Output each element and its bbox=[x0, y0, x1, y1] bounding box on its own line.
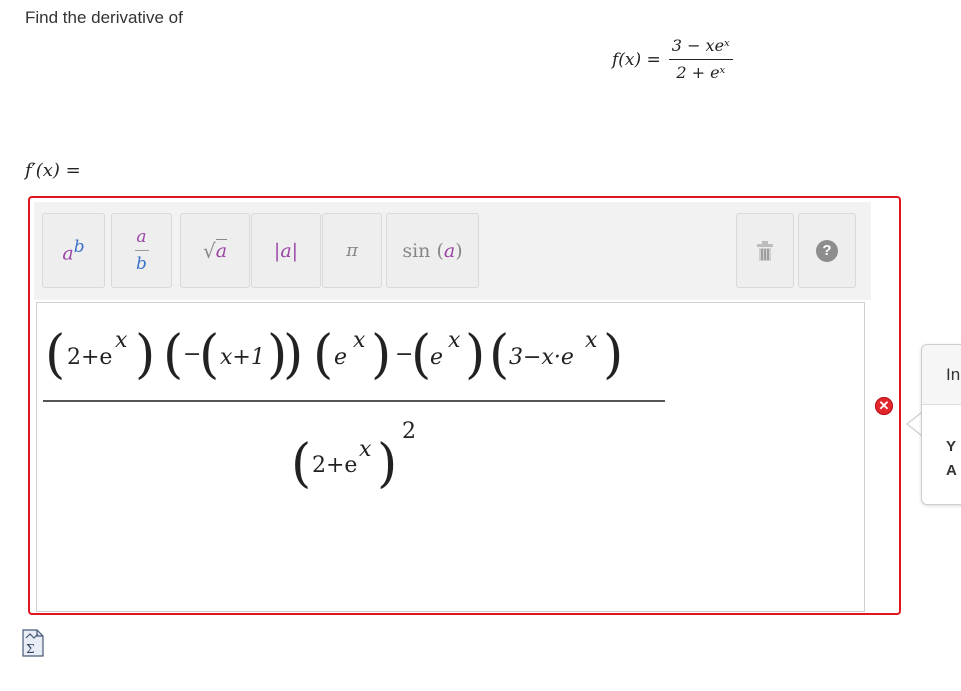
paren-left: ( bbox=[291, 434, 311, 494]
denominator-base: 2+e bbox=[312, 453, 357, 478]
help-button[interactable]: ? bbox=[798, 213, 856, 288]
svg-text:Σ: Σ bbox=[26, 642, 34, 656]
given-fraction: 3 − xeˣ 2 + eˣ bbox=[668, 36, 733, 83]
fraction-bottom: b bbox=[136, 254, 147, 274]
factor-1: 2+e bbox=[67, 345, 112, 370]
popover-heading: In bbox=[922, 345, 961, 405]
given-numerator: 3 − xeˣ bbox=[671, 36, 730, 55]
error-popover: In Y A bbox=[921, 344, 961, 505]
sin-label: sin (a) bbox=[402, 239, 463, 262]
help-icon: ? bbox=[816, 239, 838, 262]
paren-right: ) bbox=[371, 325, 391, 385]
pi-button[interactable]: π bbox=[322, 213, 382, 288]
paren-left: ( bbox=[313, 325, 333, 385]
paren-left: ( bbox=[45, 325, 65, 385]
math-toolbar: ab a b √ a |a| π sin (a) ? bbox=[34, 202, 871, 300]
paren-left: ( bbox=[489, 325, 509, 385]
answer-label: f′(x) = bbox=[25, 160, 81, 181]
paren-left: ( bbox=[411, 325, 431, 385]
fraction-bar-icon bbox=[134, 250, 149, 251]
paren-left: ( bbox=[199, 325, 219, 385]
paren-left: ( bbox=[163, 325, 183, 385]
trash-icon bbox=[757, 240, 773, 261]
abs-button[interactable]: |a| bbox=[251, 213, 321, 288]
given-function: f(x) = 3 − xeˣ 2 + eˣ bbox=[612, 36, 733, 83]
exp-x-den: x bbox=[359, 437, 372, 462]
power-exponent: b bbox=[73, 236, 85, 257]
paren-right: ) bbox=[283, 325, 303, 385]
popover-line-1: Y bbox=[946, 438, 957, 455]
math-input-area[interactable]: ( 2+e x ) ( − ( x+1 ) ) ( e x ) − ( e x … bbox=[36, 302, 865, 612]
factor-2: x+1 bbox=[220, 345, 265, 370]
sin-button[interactable]: sin (a) bbox=[386, 213, 479, 288]
sqrt-button[interactable]: √ a bbox=[180, 213, 250, 288]
paren-right: ) bbox=[135, 325, 155, 385]
base-e-3: e bbox=[334, 345, 347, 370]
sqrt-arg: a bbox=[215, 239, 228, 262]
denominator-power: 2 bbox=[402, 419, 416, 444]
exp-x-4: x bbox=[448, 328, 461, 353]
paren-right: ) bbox=[377, 434, 397, 494]
exp-x-3: x bbox=[353, 328, 366, 353]
answer-editor-frame: ab a b √ a |a| π sin (a) ? (2+e x) (−… bbox=[28, 196, 901, 615]
fraction-top: a bbox=[136, 227, 147, 247]
given-denominator: 2 + eˣ bbox=[676, 63, 726, 82]
base-e-4: e bbox=[430, 345, 443, 370]
popover-line-2: A bbox=[946, 462, 957, 479]
popover-arrow-inner bbox=[908, 413, 922, 435]
abs-label: |a| bbox=[273, 239, 299, 262]
fraction-bar bbox=[668, 59, 733, 60]
paren-right: ) bbox=[465, 325, 485, 385]
pi-label: π bbox=[346, 240, 358, 261]
factor-5: 3−x·e bbox=[509, 345, 574, 370]
exp-x-1: x bbox=[115, 328, 128, 353]
problem-prompt: Find the derivative of bbox=[25, 8, 183, 27]
power-base: a bbox=[62, 242, 74, 265]
main-fraction-bar bbox=[43, 400, 665, 402]
expression-render: ( 2+e x ) ( − ( x+1 ) ) ( e x ) − ( e x … bbox=[43, 325, 665, 494]
error-icon[interactable]: ✕ bbox=[875, 397, 893, 415]
exp-x-5: x bbox=[585, 328, 598, 353]
given-lhs: f(x) = bbox=[612, 49, 661, 70]
popover-body: Y A bbox=[922, 405, 961, 483]
trash-button[interactable] bbox=[736, 213, 794, 288]
power-button[interactable]: ab bbox=[42, 213, 105, 288]
fraction-button[interactable]: a b bbox=[111, 213, 172, 288]
sigma-icon[interactable]: Σ bbox=[22, 629, 44, 657]
paren-right: ) bbox=[603, 325, 623, 385]
